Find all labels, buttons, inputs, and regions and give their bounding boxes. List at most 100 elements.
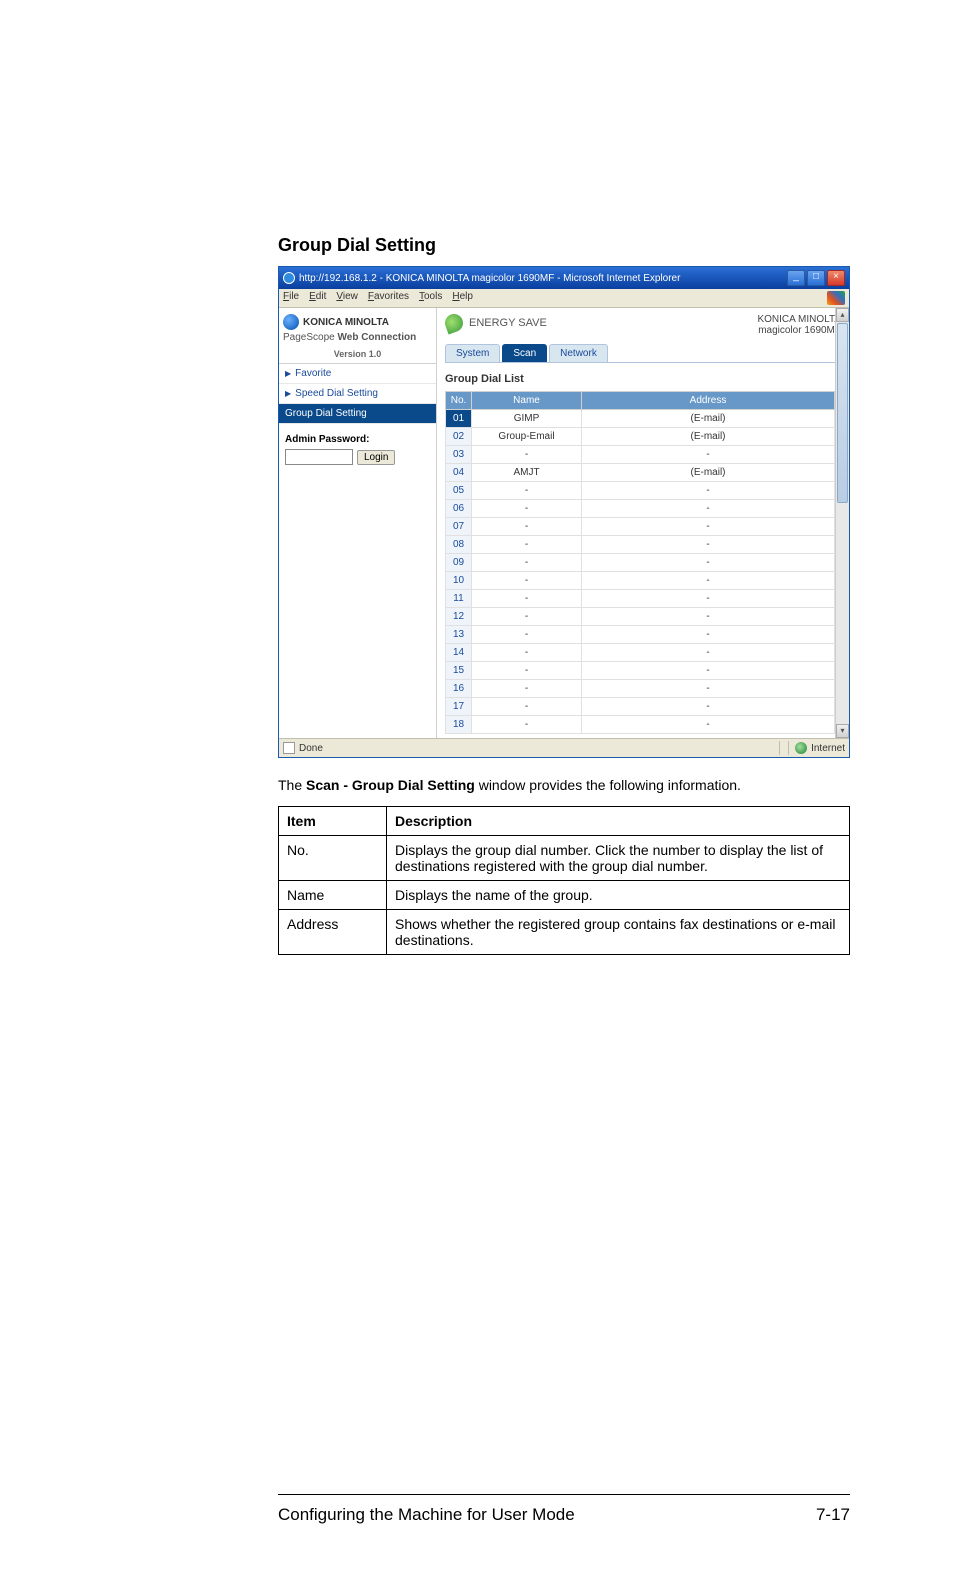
row-name: AMJT	[472, 464, 582, 482]
row-name: -	[472, 590, 582, 608]
row-name: -	[472, 644, 582, 662]
row-name: -	[472, 662, 582, 680]
admin-password-label: Admin Password:	[285, 434, 430, 445]
list-heading: Group Dial List	[437, 369, 849, 389]
menu-tools[interactable]: Tools	[419, 291, 442, 305]
version-label: Version 1.0	[279, 347, 436, 364]
ie-icon	[283, 272, 295, 284]
row-name: -	[472, 554, 582, 572]
row-number-link[interactable]: 03	[446, 446, 472, 464]
tab-scan[interactable]: Scan	[502, 344, 547, 362]
col-no[interactable]: No.	[446, 392, 472, 410]
device-brand: KONICA MINOLTA	[757, 314, 841, 325]
page-heading: Group Dial Setting	[278, 235, 954, 256]
admin-password-input[interactable]	[285, 449, 353, 465]
sidebar-item-group-dial[interactable]: Group Dial Setting	[279, 404, 436, 424]
row-address: -	[582, 500, 835, 518]
row-number-link[interactable]: 10	[446, 572, 472, 590]
info-header-desc: Description	[387, 806, 850, 835]
table-row: 11--	[446, 590, 835, 608]
tab-network[interactable]: Network	[549, 344, 608, 362]
col-address[interactable]: Address	[582, 392, 835, 410]
row-address: (E-mail)	[582, 428, 835, 446]
row-number-link[interactable]: 08	[446, 536, 472, 554]
row-number-link[interactable]: 12	[446, 608, 472, 626]
sidebar-item-favorite[interactable]: ▶ Favorite	[279, 364, 436, 384]
row-number-link[interactable]: 18	[446, 716, 472, 734]
table-row: 02Group-Email(E-mail)	[446, 428, 835, 446]
row-name: Group-Email	[472, 428, 582, 446]
row-number-link[interactable]: 01	[446, 410, 472, 428]
menu-favorites[interactable]: Favorites	[368, 291, 409, 305]
table-row: 05--	[446, 482, 835, 500]
table-row: 15--	[446, 662, 835, 680]
row-number-link[interactable]: 09	[446, 554, 472, 572]
row-number-link[interactable]: 07	[446, 518, 472, 536]
table-row: 12--	[446, 608, 835, 626]
row-name: -	[472, 626, 582, 644]
sidebar-item-label: Favorite	[295, 368, 331, 379]
tabbar: System Scan Network	[437, 338, 849, 362]
footer-right: 7-17	[816, 1505, 850, 1525]
ie-throbber-icon	[827, 291, 845, 305]
sidebar-item-speed-dial[interactable]: ▶ Speed Dial Setting	[279, 384, 436, 404]
scroll-thumb[interactable]	[837, 323, 848, 503]
row-name: -	[472, 608, 582, 626]
row-name: -	[472, 482, 582, 500]
table-row: 13--	[446, 626, 835, 644]
footer-left: Configuring the Machine for User Mode	[278, 1505, 575, 1525]
info-item: Name	[279, 880, 387, 909]
vertical-scrollbar[interactable]: ▴ ▾	[835, 308, 849, 738]
energy-save-link[interactable]: ENERGY SAVE	[445, 314, 547, 332]
close-button[interactable]: ×	[827, 270, 845, 286]
status-zone: Internet	[811, 743, 845, 754]
row-number-link[interactable]: 02	[446, 428, 472, 446]
tab-system[interactable]: System	[445, 344, 500, 362]
menu-help[interactable]: Help	[452, 291, 473, 305]
maximize-button[interactable]: □	[807, 270, 825, 286]
info-item: No.	[279, 835, 387, 880]
table-row: 06--	[446, 500, 835, 518]
row-number-link[interactable]: 04	[446, 464, 472, 482]
scroll-up-button[interactable]: ▴	[836, 308, 849, 322]
row-name: -	[472, 518, 582, 536]
col-name[interactable]: Name	[472, 392, 582, 410]
row-address: (E-mail)	[582, 464, 835, 482]
row-name: -	[472, 680, 582, 698]
menu-edit[interactable]: Edit	[309, 291, 326, 305]
triangle-icon: ▶	[285, 389, 291, 398]
status-text: Done	[299, 743, 323, 754]
device-brand-block: KONICA MINOLTA magicolor 1690MF	[757, 314, 841, 336]
row-number-link[interactable]: 11	[446, 590, 472, 608]
scroll-down-button[interactable]: ▾	[836, 724, 849, 738]
table-row: 07--	[446, 518, 835, 536]
row-number-link[interactable]: 16	[446, 680, 472, 698]
row-address: -	[582, 536, 835, 554]
info-header-item: Item	[279, 806, 387, 835]
info-row: No. Displays the group dial number. Clic…	[279, 835, 850, 880]
row-number-link[interactable]: 05	[446, 482, 472, 500]
menu-file[interactable]: File	[283, 291, 299, 305]
row-name: GIMP	[472, 410, 582, 428]
menubar: File Edit View Favorites Tools Help	[279, 289, 849, 308]
page-footer: Configuring the Machine for User Mode 7-…	[278, 1505, 850, 1525]
row-number-link[interactable]: 06	[446, 500, 472, 518]
row-number-link[interactable]: 13	[446, 626, 472, 644]
row-address: -	[582, 572, 835, 590]
globe-icon	[283, 314, 299, 330]
row-name: -	[472, 536, 582, 554]
row-address: -	[582, 698, 835, 716]
row-address: -	[582, 644, 835, 662]
table-row: 16--	[446, 680, 835, 698]
row-number-link[interactable]: 14	[446, 644, 472, 662]
internet-zone-icon	[795, 742, 807, 754]
row-name: -	[472, 500, 582, 518]
table-row: 17--	[446, 698, 835, 716]
window-title: http://192.168.1.2 - KONICA MINOLTA magi…	[299, 273, 680, 284]
row-number-link[interactable]: 15	[446, 662, 472, 680]
menu-view[interactable]: View	[336, 291, 358, 305]
row-address: -	[582, 482, 835, 500]
login-button[interactable]: Login	[357, 450, 395, 465]
minimize-button[interactable]: _	[787, 270, 805, 286]
row-number-link[interactable]: 17	[446, 698, 472, 716]
